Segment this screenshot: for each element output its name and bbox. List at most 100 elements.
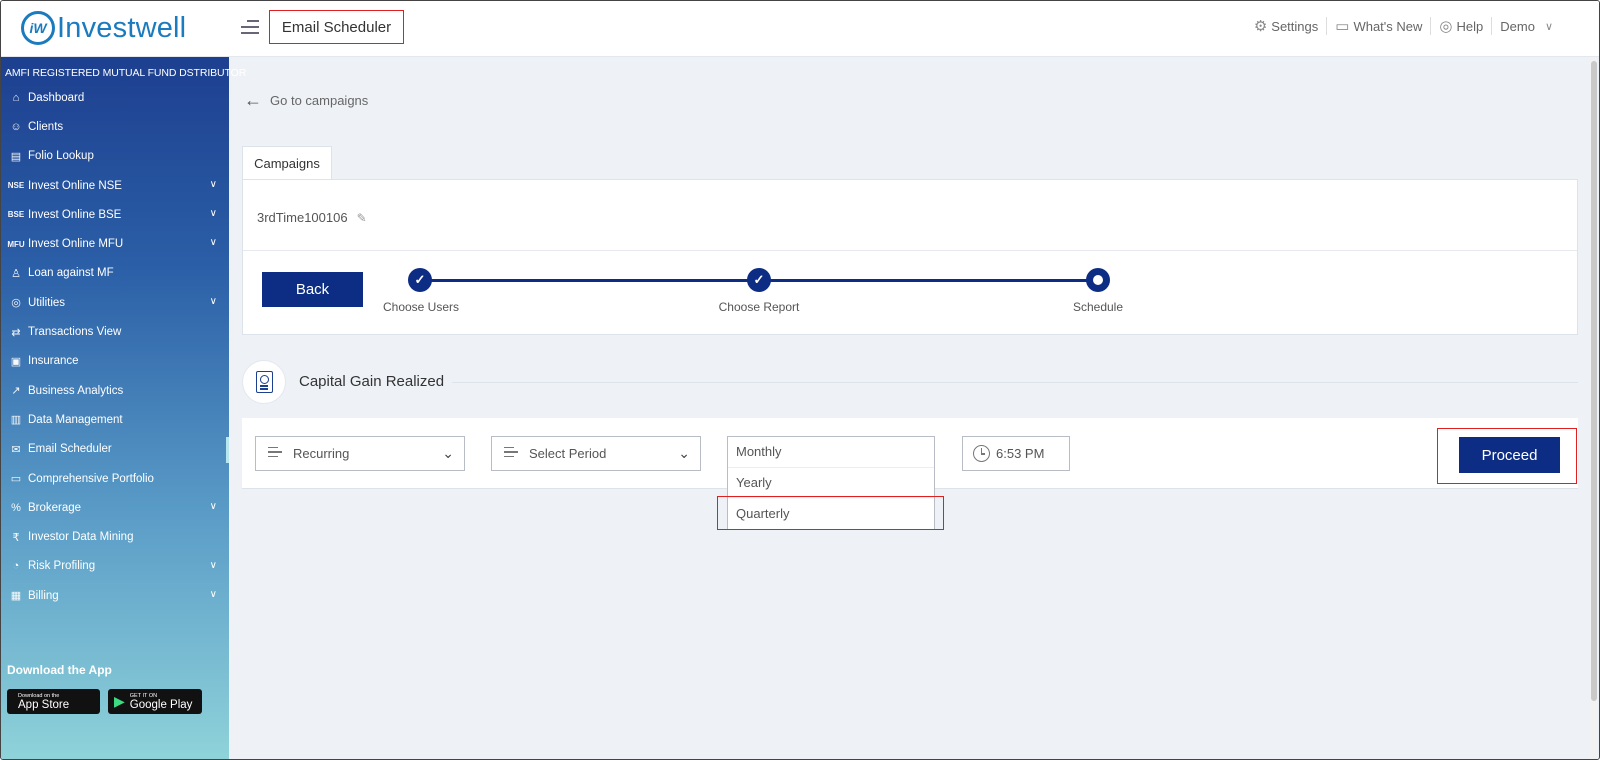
app-store-label: App Store <box>18 698 70 711</box>
chat-icon: ▭ <box>1335 18 1350 35</box>
billing-icon: ▦ <box>10 590 22 603</box>
sidebar-item-label: Utilities <box>28 296 66 309</box>
portfolio-icon: ▭ <box>10 473 22 485</box>
report-title: Capital Gain Realized <box>299 373 445 390</box>
back-button[interactable]: Back <box>262 272 363 307</box>
home-icon: ⌂ <box>12 91 20 104</box>
step-current-dot-icon <box>1086 268 1110 292</box>
campaign-name: 3rdTime100106 <box>257 210 348 225</box>
clock-icon <box>973 445 990 462</box>
chevron-down-icon: ⌄ <box>678 445 690 461</box>
logo-mark-icon: iW <box>21 11 55 45</box>
download-app-label: Download the App <box>7 663 112 677</box>
go-to-campaigns-link[interactable]: ← Go to campaigns <box>244 90 368 111</box>
insurance-icon: ▣ <box>10 355 22 368</box>
list-icon <box>504 446 518 461</box>
whats-new-link[interactable]: ▭ What's New <box>1327 17 1432 35</box>
sidebar-item-brokerage[interactable]: % Brokerage ∨ <box>1 493 229 522</box>
sidebar-item-data-management[interactable]: ▥ Data Management <box>1 405 229 434</box>
mining-icon: ₹ <box>12 531 20 544</box>
sidebar-item-comprehensive-portfolio[interactable]: ▭ Comprehensive Portfolio <box>1 464 229 493</box>
sidebar-item-utilities[interactable]: ◎ Utilities ∨ <box>1 288 229 317</box>
sidebar-item-label: Business Analytics <box>28 384 124 397</box>
menu-toggle-icon[interactable] <box>241 20 259 38</box>
sidebar-menu: ⌂ Dashboard ☺ Clients ▤ Folio Lookup NSE Invest… <box>1 83 229 610</box>
sidebar-item-dashboard[interactable]: ⌂ Dashboard <box>1 83 229 112</box>
chevron-down-icon: ∨ <box>209 178 217 190</box>
google-play-badge[interactable]: ▶ GET IT ON Google Play <box>108 689 202 714</box>
sidebar-item-invest-online-bse[interactable]: BSE Invest Online BSE ∨ <box>1 200 229 229</box>
sidebar-item-label: Dashboard <box>28 91 85 104</box>
edit-icon[interactable]: ✎ <box>357 211 367 225</box>
sidebar-item-email-scheduler[interactable]: ✉ Email Scheduler <box>1 435 229 464</box>
stepper: ✓ ✓ Choose Users Choose Report Schedule <box>243 180 1577 334</box>
sidebar-item-clients[interactable]: ☺ Clients <box>1 112 229 141</box>
time-picker[interactable]: 6:53 PM <box>962 436 1070 471</box>
tab-campaigns[interactable]: Campaigns <box>242 146 332 180</box>
top-bar: iW Investwell Email Scheduler ⚙ Settings… <box>1 1 1599 57</box>
brokerage-icon: % <box>11 501 21 514</box>
report-document-icon <box>242 360 286 404</box>
step-label-choose-report: Choose Report <box>718 300 800 314</box>
sidebar-item-label: Risk Profiling <box>28 560 96 573</box>
scrollbar-thumb[interactable] <box>1591 61 1597 701</box>
settings-link[interactable]: ⚙ Settings <box>1246 17 1328 35</box>
data-icon: ▥ <box>10 414 22 427</box>
google-play-icon: ▶ <box>114 693 125 709</box>
chevron-down-icon: ⌄ <box>442 445 454 461</box>
sidebar-item-investor-data-mining[interactable]: ₹ Investor Data Mining <box>1 522 229 551</box>
sidebar-item-business-analytics[interactable]: ↗ Business Analytics <box>1 376 229 405</box>
mfu-icon: MFU <box>7 239 25 249</box>
sidebar-item-label: Invest Online BSE <box>28 208 122 221</box>
utilities-icon: ◎ <box>11 297 21 310</box>
user-menu[interactable]: Demo ∨ <box>1492 17 1565 35</box>
step-done-check-icon: ✓ <box>747 268 771 292</box>
sidebar-item-label: Invest Online MFU <box>28 238 124 251</box>
sidebar: AMFI REGISTERED MUTUAL FUND DSTRIBUTOR ⌂… <box>1 57 247 759</box>
google-play-label: Google Play <box>129 698 193 711</box>
top-nav: ⚙ Settings ▭ What's New ◎ Help Demo ∨ <box>1246 17 1565 35</box>
page-title: Email Scheduler <box>269 10 404 44</box>
step-progress-line <box>431 279 1101 282</box>
back-link-label: Go to campaigns <box>270 93 369 108</box>
report-divider <box>452 382 1578 383</box>
chevron-down-icon: ∨ <box>209 237 217 249</box>
app-store-badge[interactable]: Download on the App Store <box>7 689 100 714</box>
analytics-icon: ↗ <box>11 385 21 398</box>
brand-logo[interactable]: iW Investwell <box>21 11 186 45</box>
chevron-down-icon: ∨ <box>209 296 217 308</box>
sidebar-item-invest-online-mfu[interactable]: MFU Invest Online MFU ∨ <box>1 229 229 258</box>
sidebar-item-insurance[interactable]: ▣ Insurance <box>1 347 229 376</box>
gear-icon: ⚙ <box>1253 18 1268 35</box>
sidebar-item-billing[interactable]: ▦ Billing ∨ <box>1 581 229 610</box>
list-icon <box>268 446 282 461</box>
chevron-down-icon: ∨ <box>1544 20 1553 33</box>
sidebar-item-invest-online-nse[interactable]: NSE Invest Online NSE ∨ <box>1 171 229 200</box>
frequency-select[interactable]: Recurring ⌄ <box>255 436 465 471</box>
amfi-tagline: AMFI REGISTERED MUTUAL FUND DSTRIBUTOR <box>5 67 247 79</box>
period-placeholder: Select Period <box>529 446 607 461</box>
sidebar-item-label: Billing <box>28 589 59 602</box>
users-icon: ☺ <box>10 120 22 133</box>
chevron-down-icon: ∨ <box>209 589 217 601</box>
settings-label: Settings <box>1271 18 1319 34</box>
sidebar-item-label: Folio Lookup <box>28 150 94 163</box>
sidebar-item-loan-against-mf[interactable]: ♙ Loan against MF <box>1 259 229 288</box>
help-link[interactable]: ◎ Help <box>1431 17 1493 35</box>
chevron-down-icon: ∨ <box>209 208 217 220</box>
risk-icon: ◔ <box>12 560 20 573</box>
card-divider <box>243 250 1577 251</box>
period-select[interactable]: Select Period ⌄ <box>491 436 701 471</box>
loan-icon: ♙ <box>11 267 21 280</box>
frequency-value: Recurring <box>293 446 350 461</box>
proceed-button[interactable]: Proceed <box>1459 437 1560 473</box>
arrow-left-icon: ← <box>244 90 262 110</box>
help-label: Help <box>1456 18 1484 34</box>
sidebar-item-risk-profiling[interactable]: ◔ Risk Profiling ∨ <box>1 552 229 581</box>
period-option-yearly[interactable]: Yearly <box>728 468 934 498</box>
sidebar-item-label: Clients <box>28 120 64 133</box>
sidebar-item-folio-lookup[interactable]: ▤ Folio Lookup <box>1 142 229 171</box>
sidebar-item-transactions-view[interactable]: ⇄ Transactions View <box>1 317 229 346</box>
period-option-monthly[interactable]: Monthly <box>728 437 934 468</box>
sidebar-item-label: Transactions View <box>28 326 122 339</box>
